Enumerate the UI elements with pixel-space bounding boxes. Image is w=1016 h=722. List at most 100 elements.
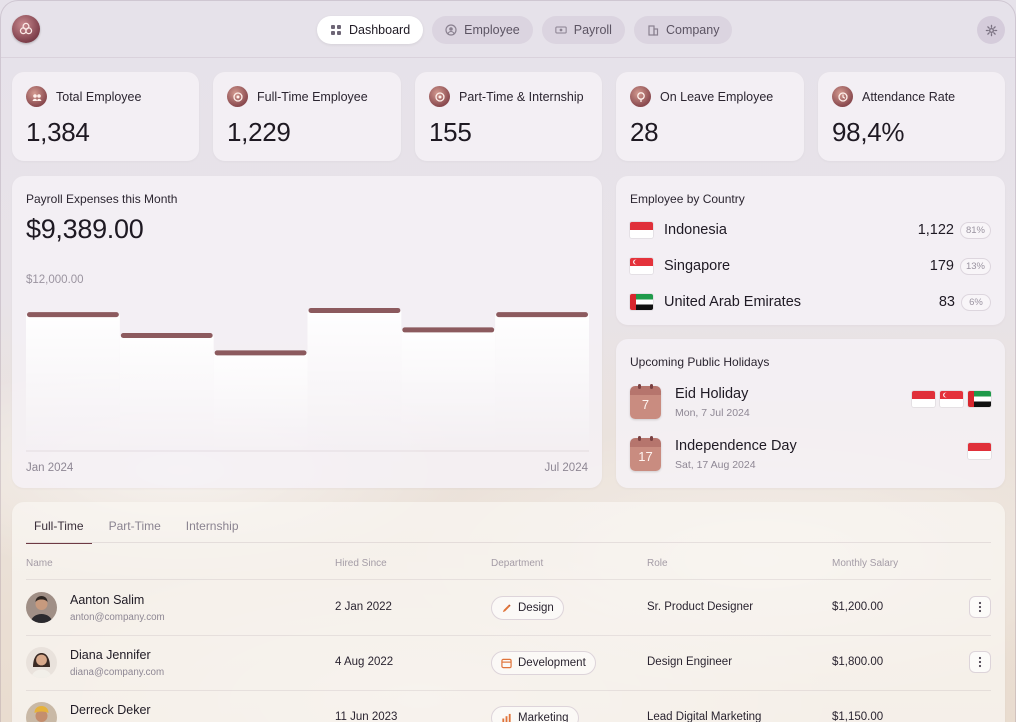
hired-date: 4 Aug 2022 bbox=[335, 656, 394, 668]
tab-part-time[interactable]: Part-Time bbox=[101, 514, 169, 544]
stat-label: Total Employee bbox=[56, 89, 142, 104]
nav-tab-employee[interactable]: Employee bbox=[432, 16, 533, 44]
holiday-flags bbox=[912, 391, 991, 407]
country-row[interactable]: United Arab Emirates 83 6% bbox=[630, 291, 991, 313]
column-header-salary: Monthly Salary bbox=[832, 558, 899, 569]
stat-card-attendance: Attendance Rate 98,4% bbox=[818, 72, 1005, 161]
stat-label: Part-Time & Internship bbox=[459, 89, 584, 104]
table-row[interactable]: Diana Jennifer diana@company.com 4 Aug 2… bbox=[26, 635, 991, 689]
chart-bar[interactable] bbox=[496, 312, 588, 318]
stat-label: On Leave Employee bbox=[660, 89, 774, 104]
singapore-flag bbox=[630, 258, 653, 274]
country-count: 1,122 bbox=[917, 222, 954, 238]
holiday-day: 17 bbox=[638, 449, 653, 464]
settings-button[interactable] bbox=[977, 16, 1005, 44]
calendar-icon: 7 bbox=[630, 384, 661, 419]
row-menu-button[interactable] bbox=[969, 651, 991, 673]
hired-date: 11 Jun 2023 bbox=[335, 711, 398, 722]
payroll-card: Payroll Expenses this Month $9,389.00 $1… bbox=[12, 176, 602, 488]
department-badge: Marketing bbox=[491, 706, 579, 722]
stat-card-part-time: Part-Time & Internship 155 bbox=[415, 72, 602, 161]
country-percent: 81% bbox=[959, 221, 991, 239]
chart-bar-fill bbox=[495, 314, 589, 451]
payroll-chart bbox=[26, 307, 589, 452]
chart-bar[interactable] bbox=[402, 327, 495, 333]
nav-tab-label: Employee bbox=[464, 23, 520, 37]
stat-label: Attendance Rate bbox=[862, 89, 956, 104]
department-label: Marketing bbox=[518, 712, 569, 722]
app-logo-icon[interactable] bbox=[12, 15, 40, 43]
column-header-department: Department bbox=[491, 558, 544, 569]
employee-name[interactable]: Derreck Deker bbox=[70, 703, 151, 717]
money-icon bbox=[555, 24, 567, 36]
employee-name[interactable]: Aanton Salim bbox=[70, 593, 144, 607]
country-percent: 13% bbox=[959, 257, 991, 275]
payroll-amount: $9,389.00 bbox=[26, 214, 144, 244]
uae-flag bbox=[968, 391, 991, 407]
chart-bar[interactable] bbox=[214, 350, 307, 356]
nav-tab-payroll[interactable]: Payroll bbox=[541, 16, 625, 44]
stat-card-on-leave: On Leave Employee 28 bbox=[616, 72, 804, 161]
grid-icon bbox=[330, 24, 342, 36]
employee-name[interactable]: Diana Jennifer bbox=[70, 648, 151, 662]
chart-bar[interactable] bbox=[120, 332, 213, 338]
table-row[interactable]: Derreck Deker 11 Jun 2023 Marketing Lead… bbox=[26, 690, 991, 722]
row-menu-button[interactable] bbox=[969, 596, 991, 618]
singapore-flag bbox=[940, 391, 963, 407]
payroll-title: Payroll Expenses this Month bbox=[26, 192, 178, 206]
indonesia-flag bbox=[912, 391, 935, 407]
chart-bar[interactable] bbox=[308, 307, 401, 313]
calendar-icon: 17 bbox=[630, 436, 661, 471]
stat-value: 98,4% bbox=[832, 117, 905, 147]
attendance-icon bbox=[832, 86, 853, 107]
main-nav: Dashboard Employee Payroll Company bbox=[317, 16, 733, 44]
column-header-role: Role bbox=[647, 558, 668, 569]
app-window: Dashboard Employee Payroll Company Total… bbox=[0, 0, 1016, 722]
tab-internship[interactable]: Internship bbox=[178, 514, 247, 544]
department-badge: Design bbox=[491, 596, 564, 620]
more-vertical-icon bbox=[978, 656, 982, 668]
country-row[interactable]: Indonesia 1,122 81% bbox=[630, 219, 991, 241]
column-header-hired: Hired Since bbox=[335, 558, 387, 569]
chart-bar-fill bbox=[307, 310, 402, 451]
country-name: Indonesia bbox=[664, 222, 727, 238]
avatar bbox=[26, 702, 57, 722]
holiday-row[interactable]: 7 Eid Holiday Mon, 7 Jul 2024 bbox=[630, 384, 991, 422]
stat-value: 155 bbox=[429, 117, 472, 147]
holidays-title: Upcoming Public Holidays bbox=[630, 355, 770, 369]
gear-icon bbox=[985, 24, 997, 36]
employee-table-card: Full-Time Part-Time Internship Name Hire… bbox=[12, 502, 1005, 722]
stat-value: 28 bbox=[630, 117, 659, 147]
nav-tab-label: Company bbox=[665, 23, 720, 37]
divider bbox=[26, 542, 991, 543]
nav-tab-dashboard[interactable]: Dashboard bbox=[317, 16, 424, 44]
chart-bar-fill bbox=[213, 352, 308, 451]
users-icon bbox=[445, 24, 457, 36]
target-icon bbox=[429, 86, 450, 107]
nav-tab-company[interactable]: Company bbox=[633, 16, 733, 44]
employee-email: anton@company.com bbox=[70, 612, 165, 623]
indonesia-flag bbox=[968, 443, 991, 459]
top-bar: Dashboard Employee Payroll Company bbox=[1, 1, 1015, 58]
nav-tab-label: Dashboard bbox=[349, 23, 411, 37]
country-title: Employee by Country bbox=[630, 192, 745, 206]
stat-label: Full-Time Employee bbox=[257, 89, 368, 104]
chart-axis-max-label: $12,000.00 bbox=[26, 274, 84, 286]
tab-full-time[interactable]: Full-Time bbox=[26, 514, 92, 544]
monthly-salary: $1,150.00 bbox=[832, 711, 884, 722]
department-label: Design bbox=[518, 602, 554, 614]
chart-bar-fill bbox=[119, 335, 214, 451]
chart-bar[interactable] bbox=[27, 312, 119, 318]
country-row[interactable]: Singapore 179 13% bbox=[630, 255, 991, 277]
chart-bar-fill bbox=[401, 329, 496, 451]
table-row[interactable]: Aanton Salim anton@company.com 2 Jan 202… bbox=[26, 580, 991, 634]
uae-flag bbox=[630, 294, 653, 310]
holiday-date: Sat, 17 Aug 2024 bbox=[675, 459, 756, 471]
chart-icon bbox=[501, 713, 512, 722]
holidays-card: Upcoming Public Holidays 7 Eid Holiday M… bbox=[616, 339, 1005, 488]
column-header-name: Name bbox=[26, 558, 53, 569]
employee-email: diana@company.com bbox=[70, 667, 165, 678]
employee-role: Lead Digital Marketing bbox=[647, 711, 762, 722]
target-icon bbox=[227, 86, 248, 107]
holiday-row[interactable]: 17 Independence Day Sat, 17 Aug 2024 bbox=[630, 436, 991, 474]
